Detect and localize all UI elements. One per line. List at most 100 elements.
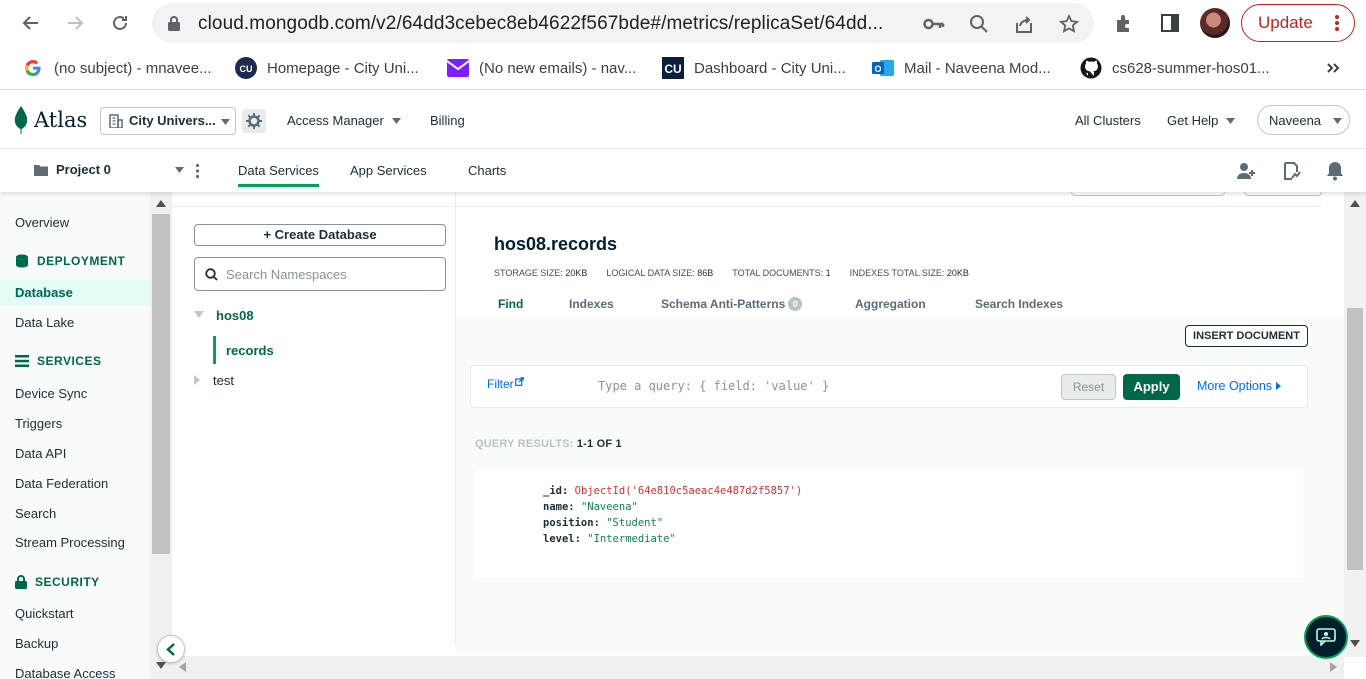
sidebar-item-overview[interactable]: Overview <box>15 215 69 230</box>
tab-charts[interactable]: Charts <box>468 163 506 178</box>
folder-icon <box>34 164 48 176</box>
tab-indexes[interactable]: Indexes <box>569 297 614 311</box>
cu-icon: CU <box>235 57 257 79</box>
zoom-icon[interactable] <box>968 13 990 35</box>
scroll-up-icon <box>1350 200 1360 207</box>
namespace-collection-records[interactable]: records <box>213 336 274 364</box>
github-icon <box>1080 57 1102 79</box>
caret-down-icon[interactable] <box>194 311 204 318</box>
sidebar-item-database[interactable]: Database <box>0 280 150 306</box>
left-sidebar: Overview DEPLOYMENT Database Data Lake S… <box>0 192 150 679</box>
caret-down-icon <box>1226 117 1236 124</box>
doc-field-level: level: "Intermediate" <box>543 533 676 545</box>
sidebar-item-quickstart[interactable]: Quickstart <box>15 606 74 621</box>
bookmark-item[interactable]: cs628-summer-hos01... <box>1080 56 1270 80</box>
query-input[interactable]: Type a query: { field: 'value' } <box>598 379 829 393</box>
apply-button[interactable]: Apply <box>1123 374 1180 400</box>
bookmark-item[interactable]: O Mail - Naveena Mod... <box>872 56 1051 80</box>
user-menu[interactable]: Naveena <box>1257 105 1350 135</box>
bookmark-item[interactable]: (no subject) - mnavee... <box>22 56 212 80</box>
back-icon[interactable] <box>15 7 47 39</box>
sidebar-item-data-federation[interactable]: Data Federation <box>15 476 108 491</box>
tab-data-services[interactable]: Data Services <box>238 163 319 187</box>
bookmark-item[interactable]: CU Homepage - City Uni... <box>235 56 419 80</box>
create-database-button[interactable]: + Create Database <box>194 224 446 246</box>
tab-schema-anti-patterns[interactable]: Schema Anti-Patterns 0 <box>661 297 803 311</box>
insert-document-button[interactable]: INSERT DOCUMENT <box>1185 325 1308 347</box>
browser-toolbar: cloud.mongodb.com/v2/64dd3cebec8eb4622f5… <box>0 0 1366 46</box>
share-icon[interactable] <box>1013 13 1035 35</box>
sidebar-item-backup[interactable]: Backup <box>15 636 58 651</box>
star-icon[interactable] <box>1058 13 1080 35</box>
update-button[interactable]: Update <box>1241 4 1355 42</box>
namespace-panel: + Create Database Search Namespaces hos0… <box>172 192 456 644</box>
more-bookmarks-icon[interactable] <box>1326 56 1340 80</box>
forward-icon[interactable] <box>59 7 91 39</box>
project-select[interactable]: Project 0 <box>34 162 184 177</box>
invite-user-icon[interactable] <box>1236 161 1256 181</box>
bookmark-item[interactable]: (No new emails) - nav... <box>447 56 636 80</box>
scrollbar-thumb[interactable] <box>1347 308 1363 570</box>
clipped-button[interactable] <box>1244 192 1322 196</box>
collection-view: hos08.records STORAGE SIZE: 20KB LOGICAL… <box>456 192 1344 652</box>
tab-app-services[interactable]: App Services <box>350 163 427 178</box>
caret-down-icon <box>174 166 184 173</box>
sidepanel-icon[interactable] <box>1158 11 1182 35</box>
caret-right-icon[interactable] <box>194 375 200 385</box>
document-card[interactable]: _id: ObjectId('64e810c5aeac4e487d2f5857'… <box>475 468 1303 577</box>
tab-aggregation[interactable]: Aggregation <box>855 297 926 311</box>
doc-field-id: _id: ObjectId('64e810c5aeac4e487d2f5857'… <box>543 485 803 497</box>
gear-icon[interactable] <box>242 109 266 133</box>
namespace-db-test[interactable]: test <box>213 373 234 388</box>
count-badge: 0 <box>788 297 803 311</box>
namespace-db-hos08[interactable]: hos08 <box>216 308 254 323</box>
more-options-link[interactable]: More Options <box>1197 379 1282 393</box>
reset-button[interactable]: Reset <box>1061 374 1116 400</box>
cu-square-icon: CU <box>662 57 684 79</box>
query-bar: Filter Type a query: { field: 'value' } … <box>470 365 1308 408</box>
org-select[interactable]: City Univers... <box>100 107 236 135</box>
billing-link[interactable]: Billing <box>430 113 465 128</box>
collapse-sidebar-button[interactable] <box>157 635 185 663</box>
search-namespaces-input[interactable]: Search Namespaces <box>194 257 446 291</box>
get-help-menu[interactable]: Get Help <box>1167 113 1236 128</box>
bookmark-item[interactable]: CU Dashboard - City Uni... <box>662 56 846 80</box>
all-clusters-link[interactable]: All Clusters <box>1075 113 1141 128</box>
tab-search-indexes[interactable]: Search Indexes <box>975 297 1063 311</box>
sidebar-item-data-api[interactable]: Data API <box>15 446 66 461</box>
building-icon <box>109 114 123 128</box>
sidebar-heading-services: SERVICES <box>15 354 101 368</box>
total-documents-stat: TOTAL DOCUMENTS: 1 <box>732 268 831 278</box>
sidebar-item-triggers[interactable]: Triggers <box>15 416 62 431</box>
key-icon[interactable] <box>923 13 945 35</box>
bookmarks-bar: (no subject) - mnavee... CU Homepage - C… <box>0 46 1366 90</box>
vertical-dots-icon[interactable] <box>195 163 200 179</box>
find-content: INSERT DOCUMENT Filter Type a query: { f… <box>456 317 1344 652</box>
chat-icon <box>1316 628 1336 646</box>
reload-icon[interactable] <box>104 7 136 39</box>
chat-button[interactable] <box>1304 615 1348 659</box>
tab-find[interactable]: Find <box>498 297 523 311</box>
bell-icon[interactable] <box>1326 161 1346 181</box>
horizontal-scrollbar[interactable] <box>172 656 1344 679</box>
sidebar-item-stream-processing[interactable]: Stream Processing <box>15 535 125 550</box>
sidebar-scrollbar[interactable] <box>150 192 172 679</box>
extensions-icon[interactable] <box>1113 11 1137 35</box>
profile-avatar[interactable] <box>1200 8 1230 38</box>
clipped-button[interactable] <box>1071 192 1225 196</box>
main-scrollbar[interactable] <box>1344 192 1366 657</box>
address-bar[interactable]: cloud.mongodb.com/v2/64dd3cebec8eb4622f5… <box>152 3 1094 43</box>
search-icon <box>205 268 218 281</box>
google-icon <box>22 57 44 79</box>
scrollbar-thumb[interactable] <box>152 214 170 554</box>
sidebar-item-database-access[interactable]: Database Access <box>15 666 115 679</box>
activity-feed-icon[interactable] <box>1281 161 1301 181</box>
atlas-logo[interactable]: Atlas <box>14 106 87 134</box>
sidebar-item-search[interactable]: Search <box>15 506 56 521</box>
scroll-down-icon <box>156 662 166 669</box>
sidebar-item-data-lake[interactable]: Data Lake <box>15 315 74 330</box>
sidebar-item-device-sync[interactable]: Device Sync <box>15 386 87 401</box>
access-manager-menu[interactable]: Access Manager <box>287 113 401 128</box>
caret-down-icon <box>221 119 230 125</box>
filter-link[interactable]: Filter <box>487 377 524 391</box>
